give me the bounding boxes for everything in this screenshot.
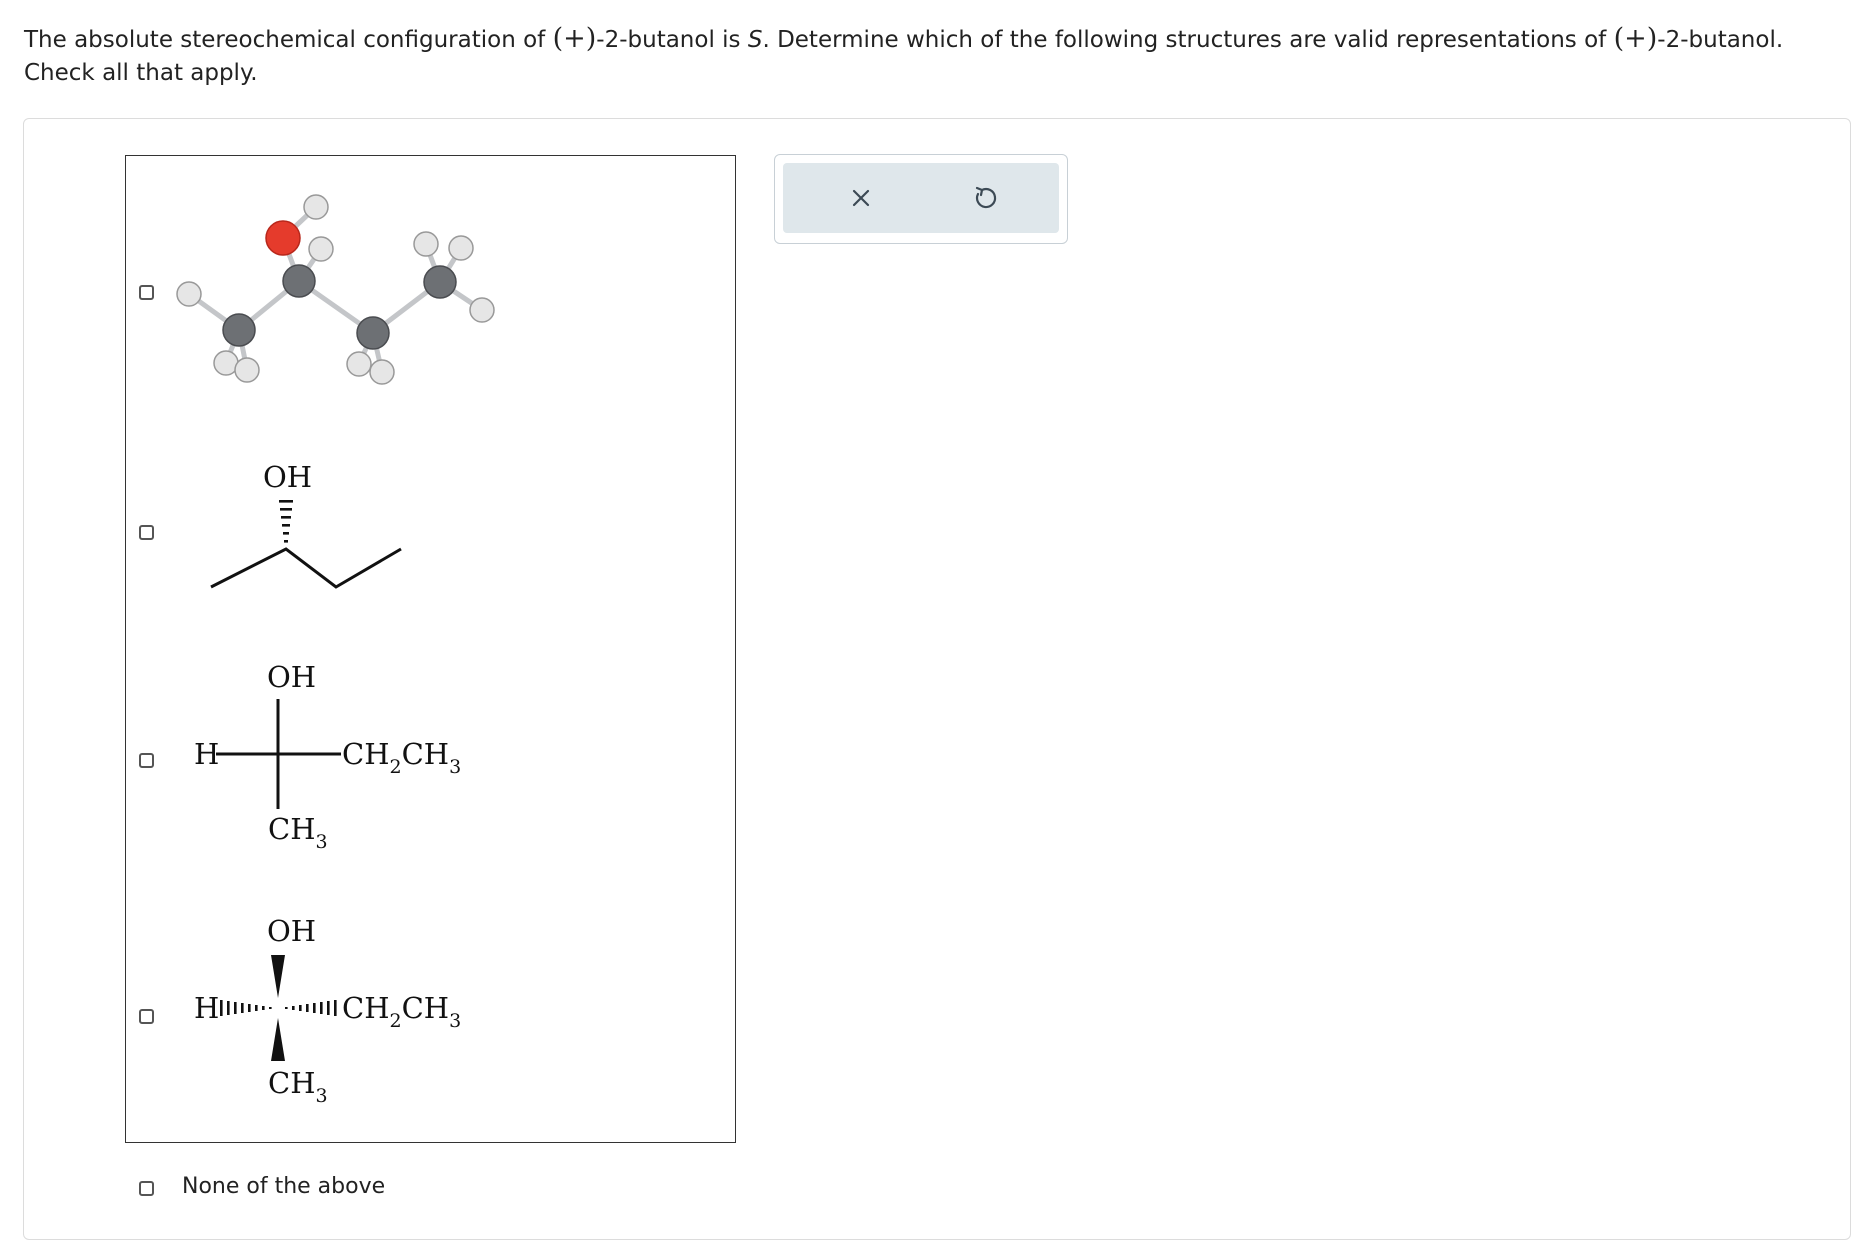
option-skeletal: OH [125, 428, 736, 635]
skeletal-formula: OH [210, 460, 402, 589]
hash-right [285, 1000, 337, 1016]
fischer-top: OH [267, 660, 316, 694]
checkbox-option-1[interactable] [139, 285, 154, 300]
hashed-bond [279, 500, 293, 543]
wedge-left: H [194, 991, 219, 1025]
none-of-the-above-label: None of the above [182, 1174, 386, 1199]
reset-button[interactable] [970, 183, 1000, 213]
clear-button[interactable] [846, 183, 876, 213]
option-fischer: OH H CH2CH3 CH3 [125, 634, 736, 889]
option-ball-and-stick [125, 155, 736, 430]
fischer-left: H [194, 737, 219, 771]
close-icon [852, 189, 870, 207]
checkbox-option-4[interactable] [139, 1009, 154, 1024]
fischer-projection: OH H CH2CH3 CH3 [194, 660, 461, 853]
fischer-bottom: CH3 [268, 812, 328, 853]
wedge-right: CH2CH3 [342, 991, 461, 1032]
wedge-down [271, 1018, 285, 1061]
oxygen-atom [265, 220, 301, 256]
checkbox-none-of-the-above[interactable] [139, 1181, 154, 1196]
wedge-bottom: CH3 [268, 1066, 328, 1107]
checkbox-option-3[interactable] [139, 753, 154, 768]
undo-icon [975, 186, 997, 209]
fischer-right: CH2CH3 [342, 737, 461, 778]
ball-and-stick-model [176, 194, 495, 385]
optical-sign: (+) [1613, 23, 1658, 54]
question-text: The absolute stereochemical configuratio… [24, 23, 1784, 86]
configuration-label: S [747, 27, 763, 53]
option-wedge-dash: OH H CH2CH3 CH3 [125, 888, 736, 1143]
hash-left [220, 1000, 272, 1016]
optical-sign: (+) [552, 23, 597, 54]
oh-label: OH [263, 460, 312, 494]
wedge-top: OH [267, 914, 316, 948]
checkbox-option-2[interactable] [139, 525, 154, 540]
wedge-up [271, 955, 285, 998]
answer-toolbar [774, 154, 1068, 244]
toolbar-inner [783, 163, 1059, 233]
wedge-dash-projection: OH H CH2CH3 CH3 [194, 914, 461, 1107]
